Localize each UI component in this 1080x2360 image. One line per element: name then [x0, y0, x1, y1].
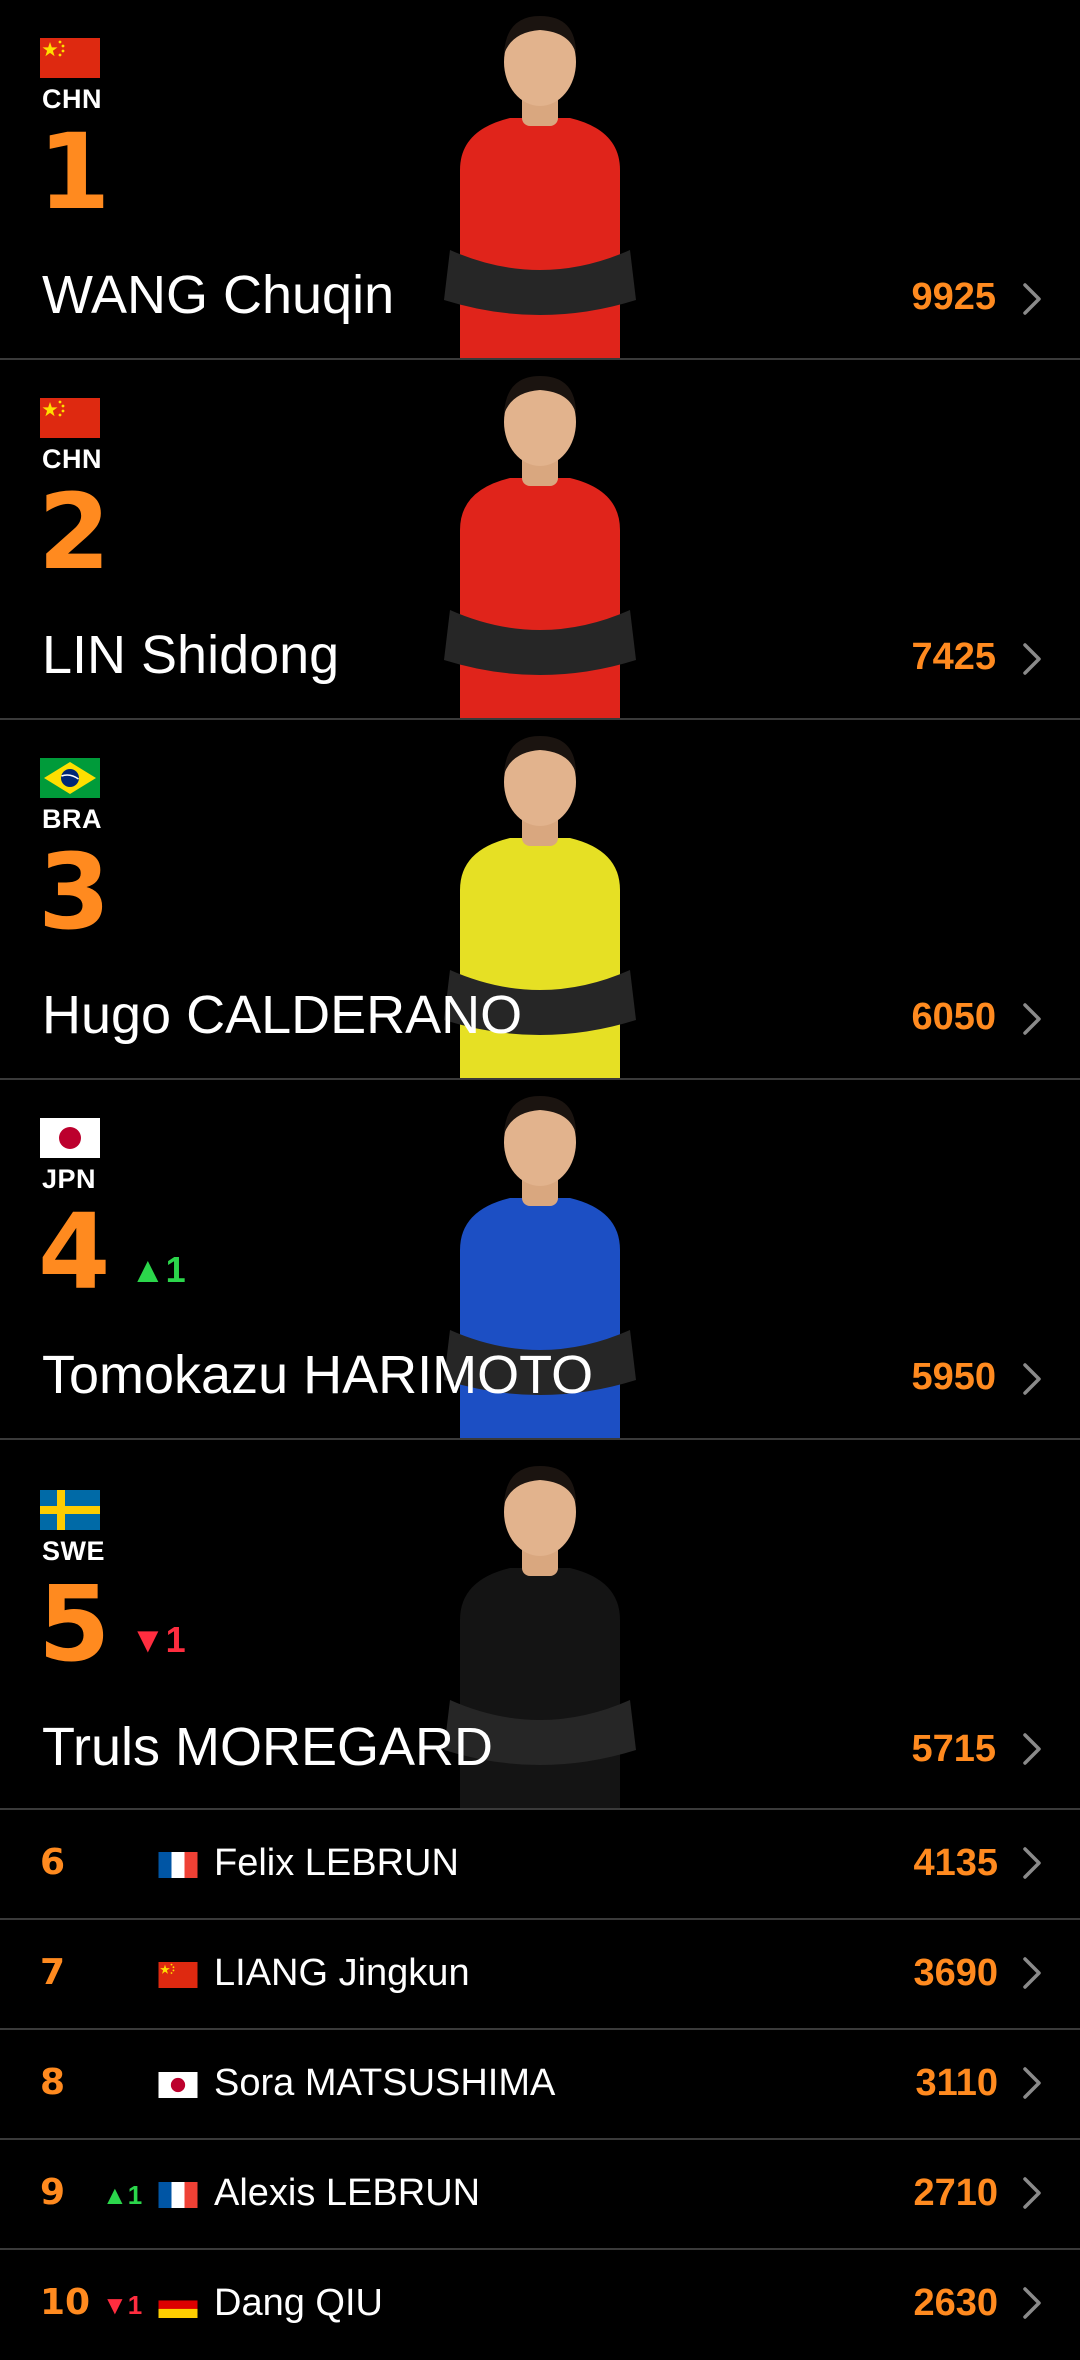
france-flag-icon	[158, 2182, 198, 2208]
player-name: WANG Chuqin	[42, 265, 395, 325]
points: 9925	[911, 276, 996, 318]
ranking-row-8[interactable]: 8 Sora MATSUSHIMA 3110	[0, 2030, 1080, 2140]
chevron-right-icon[interactable]	[1022, 1362, 1042, 1396]
player-name: Dang QIU	[214, 2282, 383, 2324]
player-name: LIN Shidong	[42, 625, 340, 685]
ranking-card-1[interactable]: CHN 1 WANG Chuqin 9925	[0, 0, 1080, 360]
ranking-row-7[interactable]: 7 LIANG Jingkun 3690	[0, 1920, 1080, 2030]
chevron-right-icon[interactable]	[1022, 2286, 1042, 2320]
chevron-right-icon[interactable]	[1022, 1002, 1042, 1036]
germany-flag-icon	[158, 2292, 198, 2318]
rank-change-value: 1	[127, 2180, 143, 2210]
rank-number: 6	[40, 1842, 66, 1883]
ranking-card-3[interactable]: BRA 3 Hugo CALDERANO 6050	[0, 720, 1080, 1080]
chevron-right-icon[interactable]	[1022, 642, 1042, 676]
rank-number: 3	[38, 831, 111, 953]
rank-number: 5	[38, 1563, 111, 1685]
ranking-row-6[interactable]: 6 Felix LEBRUN 4135	[0, 1810, 1080, 1920]
chevron-right-icon[interactable]	[1022, 2176, 1042, 2210]
points: 2630	[913, 2282, 998, 2324]
france-flag-icon	[158, 1852, 198, 1878]
rank-change-down: ▼1	[102, 2290, 143, 2320]
rankings-list: CHN 1 WANG Chuqin 9925 CHN 2 LIN Shidong…	[0, 0, 1080, 2360]
points: 5715	[911, 1728, 996, 1770]
points: 4135	[913, 1842, 998, 1884]
rank-change-up: ▲1	[102, 2180, 143, 2210]
rank-change-down: ▼1	[130, 1619, 186, 1660]
brazil-flag-icon	[40, 758, 100, 798]
points: 7425	[911, 636, 996, 678]
rank-number: 8	[40, 2062, 66, 2103]
chevron-right-icon[interactable]	[1022, 1846, 1042, 1880]
chevron-right-icon[interactable]	[1022, 2066, 1042, 2100]
points: 3110	[915, 2062, 998, 2104]
rank-change-value: 1	[165, 1619, 186, 1660]
player-name: Hugo CALDERANO	[42, 985, 523, 1045]
japan-flag-icon	[40, 1118, 100, 1158]
player-name: Truls MOREGARD	[42, 1717, 494, 1777]
chevron-right-icon[interactable]	[1022, 282, 1042, 316]
chevron-right-icon[interactable]	[1022, 1732, 1042, 1766]
sweden-flag-icon	[40, 1490, 100, 1530]
rank-number: 7	[40, 1952, 66, 1993]
japan-flag-icon	[158, 2072, 198, 2098]
rank-change-value: 1	[127, 2290, 143, 2320]
rank-number: 1	[38, 111, 111, 233]
china-flag-icon	[158, 1962, 198, 1988]
ranking-card-4[interactable]: JPN 4 ▲1 Tomokazu HARIMOTO 5950	[0, 1080, 1080, 1440]
rank-number: 10	[40, 2282, 91, 2323]
ranking-card-2[interactable]: CHN 2 LIN Shidong 7425	[0, 360, 1080, 720]
rank-change-up: ▲1	[130, 1249, 186, 1290]
player-photo	[420, 360, 660, 718]
ranking-card-5[interactable]: SWE 5 ▼1 Truls MOREGARD 5715	[0, 1440, 1080, 1810]
rank-number: 9	[40, 2172, 66, 2213]
rank-number: 4	[38, 1191, 111, 1313]
chevron-right-icon[interactable]	[1022, 1956, 1042, 1990]
rank-number: 2	[38, 471, 111, 593]
player-name: Alexis LEBRUN	[214, 2172, 481, 2214]
rank-change-value: 1	[165, 1249, 186, 1290]
ranking-row-9[interactable]: 9 ▲1 Alexis LEBRUN 2710	[0, 2140, 1080, 2250]
china-flag-icon	[40, 398, 100, 438]
points: 6050	[911, 996, 996, 1038]
points: 5950	[911, 1356, 996, 1398]
points: 2710	[913, 2172, 998, 2214]
player-photo	[420, 0, 660, 358]
china-flag-icon	[40, 38, 100, 78]
player-name: LIANG Jingkun	[214, 1952, 470, 1994]
player-name: Tomokazu HARIMOTO	[42, 1345, 594, 1405]
player-name: Felix LEBRUN	[214, 1842, 459, 1884]
points: 3690	[913, 1952, 998, 1994]
player-name: Sora MATSUSHIMA	[214, 2062, 556, 2104]
ranking-row-10[interactable]: 10 ▼1 Dang QIU 2630	[0, 2250, 1080, 2360]
